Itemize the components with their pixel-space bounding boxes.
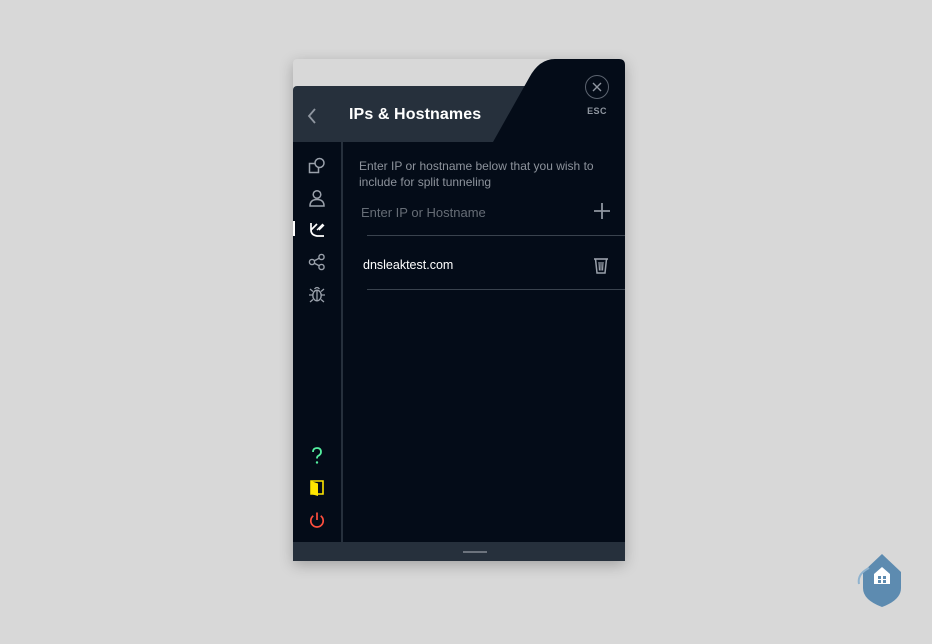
sidebar-item-account[interactable] (307, 188, 327, 208)
close-icon (592, 82, 602, 92)
divider (367, 289, 625, 290)
sidebar (293, 142, 341, 542)
help-icon (312, 447, 322, 464)
power-icon (309, 512, 325, 528)
debug-icon (309, 286, 325, 303)
close-button[interactable] (585, 75, 609, 99)
sidebar-item-share[interactable] (307, 252, 327, 272)
instructions-text: Enter IP or hostname below that you wish… (359, 159, 594, 189)
exit-door-icon (310, 480, 324, 496)
delete-host-button[interactable] (593, 256, 609, 274)
chevron-left-icon (307, 108, 316, 124)
back-button[interactable] (303, 105, 321, 127)
plus-icon (594, 203, 610, 219)
divider (367, 235, 625, 236)
help-button[interactable] (307, 446, 327, 466)
power-button[interactable] (307, 510, 327, 530)
content-panel: Enter IP or hostname below that you wish… (343, 142, 625, 542)
trash-icon (594, 258, 608, 274)
sidebar-item-debug[interactable] (307, 284, 327, 304)
exit-button[interactable] (307, 478, 327, 498)
add-host-button[interactable] (593, 202, 611, 220)
hostname-entry: dnsleaktest.com (363, 258, 454, 272)
sidebar-item-split-tunneling[interactable] (307, 220, 327, 240)
house-shield-logo (857, 554, 901, 607)
add-host-row (361, 200, 615, 226)
sidebar-item-connection[interactable] (307, 156, 327, 176)
ip-hostname-input[interactable] (361, 200, 581, 224)
connection-icon (308, 157, 325, 174)
split-tunneling-icon (310, 223, 325, 237)
app-window: IPs & Hostnames ESC Enter IP or hostname… (293, 59, 625, 561)
account-icon (309, 189, 325, 207)
list-item: dnsleaktest.com (363, 255, 615, 275)
share-icon (308, 253, 325, 271)
active-indicator (293, 221, 295, 236)
page-title: IPs & Hostnames (349, 106, 482, 123)
esc-label: ESC (587, 106, 607, 116)
resize-handle[interactable] (463, 551, 487, 553)
